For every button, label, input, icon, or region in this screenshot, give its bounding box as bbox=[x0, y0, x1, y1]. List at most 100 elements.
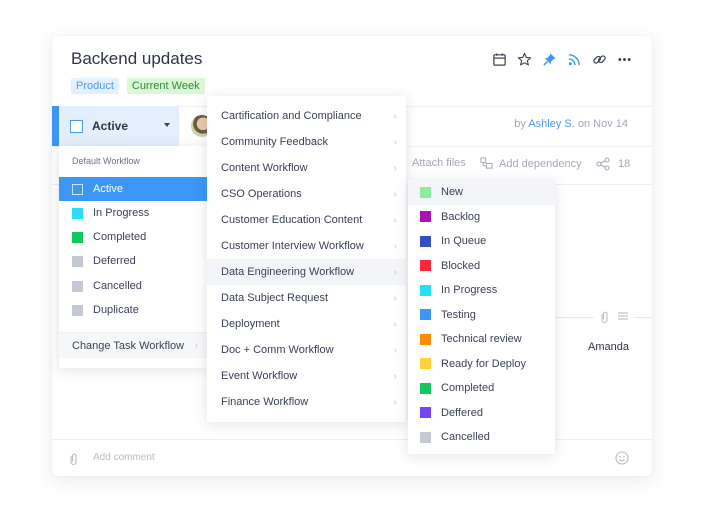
status-option-in-progress[interactable]: In Progress bbox=[59, 201, 207, 225]
workflow-item[interactable]: Event Workflow › bbox=[207, 363, 406, 389]
status-option[interactable]: Technical review bbox=[408, 327, 555, 352]
divider bbox=[634, 317, 652, 318]
link-icon[interactable] bbox=[592, 52, 607, 67]
caret-down-icon bbox=[164, 123, 170, 127]
workflow-menu: Cartification and Compliance › Community … bbox=[207, 96, 406, 422]
status-option-label: New bbox=[441, 186, 464, 199]
status-option[interactable]: Testing bbox=[408, 303, 555, 328]
share-icon bbox=[596, 157, 610, 171]
workflow-item-hovered[interactable]: Data Engineering Workflow › bbox=[207, 259, 406, 285]
task-toolbar bbox=[492, 52, 632, 67]
status-option-label: Technical review bbox=[441, 333, 522, 346]
workflow-item[interactable]: Cartification and Compliance › bbox=[207, 103, 406, 129]
workflow-label: Data Subject Request bbox=[221, 292, 329, 304]
status-option-cancelled[interactable]: Cancelled bbox=[59, 274, 207, 298]
byline-prefix: by bbox=[514, 118, 526, 130]
status-option[interactable]: Backlog bbox=[408, 205, 555, 230]
workflow-label: Event Workflow bbox=[221, 370, 298, 382]
status-color-swatch bbox=[420, 186, 431, 198]
chevron-right-icon: › bbox=[393, 162, 397, 174]
status-color-swatch bbox=[72, 280, 83, 292]
workflow-item[interactable]: CSO Operations › bbox=[207, 181, 406, 207]
description-icons bbox=[600, 310, 629, 324]
chevron-right-icon: › bbox=[393, 188, 397, 200]
status-option-label: In Progress bbox=[441, 284, 498, 297]
workflow-label: Content Workflow bbox=[221, 162, 308, 174]
chevron-right-icon: › bbox=[194, 340, 198, 351]
status-option-label: In Progress bbox=[93, 207, 150, 219]
status-option[interactable]: Blocked bbox=[408, 254, 555, 279]
status-option[interactable]: Ready for Deploy bbox=[408, 352, 555, 377]
workflow-item[interactable]: Data Subject Request › bbox=[207, 285, 406, 311]
status-option-label: Ready for Deploy bbox=[441, 357, 526, 370]
workflow-item[interactable]: Customer Interview Workflow › bbox=[207, 233, 406, 259]
status-color-swatch bbox=[420, 333, 431, 345]
change-task-workflow-item[interactable]: Change Task Workflow › bbox=[59, 332, 207, 358]
status-color-swatch bbox=[420, 431, 431, 443]
status-color-swatch bbox=[72, 207, 83, 219]
list-icon[interactable] bbox=[617, 310, 629, 322]
status-option-label: Deferred bbox=[93, 255, 136, 267]
status-checkbox[interactable] bbox=[70, 119, 83, 133]
status-option-label: In Queue bbox=[441, 235, 487, 248]
status-accent-bar bbox=[52, 106, 59, 146]
workflow-item[interactable]: Customer Education Content › bbox=[207, 207, 406, 233]
rss-icon[interactable] bbox=[567, 52, 582, 67]
status-option[interactable]: In Progress bbox=[408, 278, 555, 303]
workflow-item[interactable]: Deployment › bbox=[207, 311, 406, 337]
comment-input[interactable]: Add comment bbox=[93, 452, 155, 463]
status-option[interactable]: New bbox=[408, 180, 555, 205]
task-title[interactable]: Backend updates bbox=[71, 49, 202, 69]
emoji-icon[interactable] bbox=[615, 451, 629, 465]
workflow-label: Customer Education Content bbox=[221, 214, 363, 226]
status-option[interactable]: Cancelled bbox=[408, 425, 555, 450]
share-count: 18 bbox=[618, 158, 631, 170]
more-icon[interactable] bbox=[617, 52, 632, 67]
status-option-duplicate[interactable]: Duplicate bbox=[59, 298, 207, 322]
star-icon[interactable] bbox=[517, 52, 532, 67]
status-option[interactable]: Deffered bbox=[408, 401, 555, 426]
status-option-label: Active bbox=[93, 183, 123, 195]
workflow-label: Customer Interview Workflow bbox=[221, 240, 364, 252]
chevron-right-icon: › bbox=[393, 110, 397, 122]
author-link[interactable]: Ashley S. bbox=[528, 118, 574, 130]
add-dependency-button[interactable]: Add dependency bbox=[480, 157, 582, 170]
status-option-deferred[interactable]: Deferred bbox=[59, 249, 207, 273]
menu-header: Default Workflow bbox=[72, 156, 140, 166]
tag-product[interactable]: Product bbox=[71, 78, 119, 94]
status-color-swatch bbox=[420, 358, 431, 370]
assignee-name[interactable]: Amanda bbox=[588, 341, 629, 353]
workflow-label: Cartification and Compliance bbox=[221, 110, 362, 122]
status-option-active[interactable]: Active bbox=[59, 177, 207, 201]
workflow-item[interactable]: Finance Workflow › bbox=[207, 389, 406, 415]
tag-current-week[interactable]: Current Week bbox=[126, 78, 205, 94]
status-color-swatch bbox=[420, 309, 431, 321]
status-dropdown[interactable]: Active bbox=[59, 106, 179, 146]
change-workflow-label: Change Task Workflow bbox=[72, 339, 185, 352]
paperclip-icon[interactable] bbox=[600, 310, 609, 324]
chevron-right-icon: › bbox=[393, 240, 397, 252]
status-color-swatch bbox=[72, 255, 83, 267]
chevron-right-icon: › bbox=[393, 214, 397, 226]
workflow-label: Community Feedback bbox=[221, 136, 328, 148]
status-option[interactable]: Completed bbox=[408, 376, 555, 401]
status-color-swatch bbox=[420, 211, 431, 223]
share-button[interactable]: 18 bbox=[596, 157, 630, 171]
status-option[interactable]: In Queue bbox=[408, 229, 555, 254]
workflow-label: Deployment bbox=[221, 318, 280, 330]
status-option-completed[interactable]: Completed bbox=[59, 225, 207, 249]
dependency-icon bbox=[480, 157, 493, 169]
status-option-label: Completed bbox=[93, 231, 147, 243]
workflow-item[interactable]: Doc + Comm Workflow › bbox=[207, 337, 406, 363]
workflow-item[interactable]: Content Workflow › bbox=[207, 155, 406, 181]
workflow-item[interactable]: Community Feedback › bbox=[207, 129, 406, 155]
add-dependency-label: Add dependency bbox=[499, 157, 582, 170]
chevron-right-icon: › bbox=[393, 396, 397, 408]
workflow-label: CSO Operations bbox=[221, 188, 302, 200]
attach-files-button[interactable]: Attach files bbox=[412, 157, 466, 169]
status-label: Active bbox=[92, 119, 129, 133]
calendar-icon[interactable] bbox=[492, 52, 507, 67]
paperclip-icon[interactable] bbox=[69, 452, 78, 466]
chevron-right-icon: › bbox=[393, 292, 397, 304]
pin-icon[interactable] bbox=[542, 52, 557, 67]
